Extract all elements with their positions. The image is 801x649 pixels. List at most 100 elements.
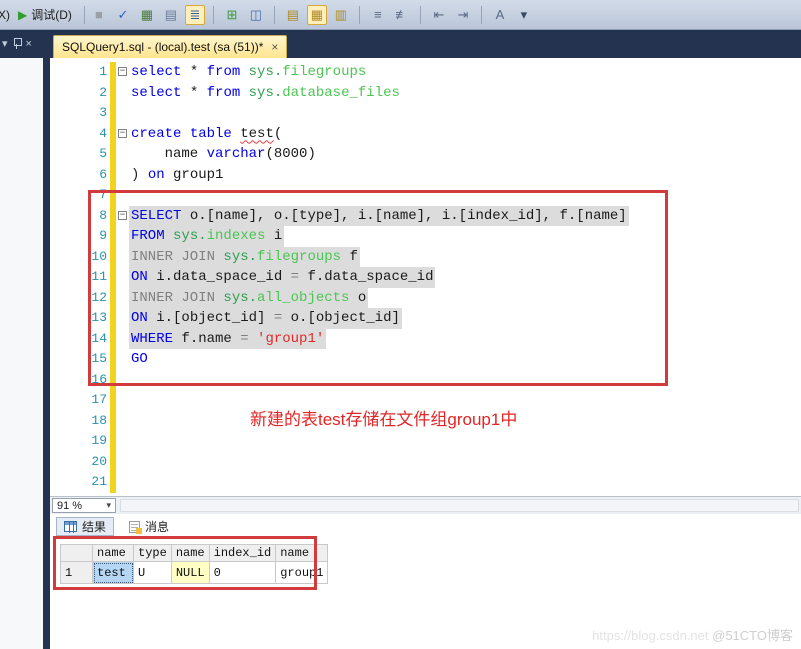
toolbar-icons: ■✓▦▤≣⊞◫▤▦▥≡≢⇤⇥A▾	[89, 5, 534, 25]
line-number: 4	[50, 124, 110, 145]
horizontal-scrollbar[interactable]	[120, 499, 799, 512]
fold-margin	[116, 103, 129, 124]
fold-margin	[116, 83, 129, 104]
toolbar-separator	[359, 6, 360, 24]
document-tab[interactable]: SQLQuery1.sql - (local).test (sa (51))* …	[53, 35, 287, 58]
line-number: 19	[50, 431, 110, 452]
client-statistics-icon[interactable]: ◫	[246, 5, 266, 25]
zoom-dropdown-arrow: ▾	[106, 500, 111, 511]
results-to-text-icon[interactable]: ▤	[283, 5, 303, 25]
messages-tab-label: 消息	[145, 518, 169, 535]
toolbar-separator	[274, 6, 275, 24]
annotation-box-query	[88, 190, 668, 386]
outdent-icon[interactable]: ⇤	[429, 5, 449, 25]
code-line: 19	[50, 431, 801, 452]
code-text	[129, 390, 133, 411]
intellisense-icon[interactable]: ≣	[185, 5, 205, 25]
code-line: 3	[50, 103, 801, 124]
toolbar-separator	[481, 6, 482, 24]
code-text	[129, 411, 133, 432]
results-tab-label: 结果	[82, 518, 106, 535]
zoom-level-dropdown[interactable]: 91 % ▾	[52, 498, 116, 513]
document-tab-title: SQLQuery1.sql - (local).test (sa (51))*	[62, 40, 263, 54]
fold-margin	[116, 165, 129, 186]
comment-icon[interactable]: ≡	[368, 5, 388, 25]
results-to-grid-icon[interactable]: ▦	[307, 5, 327, 25]
toolbar-overflow-icon[interactable]: ▾	[514, 5, 534, 25]
watermark-url: https://blog.csdn.net	[592, 628, 708, 643]
tab-results[interactable]: 结果	[56, 517, 114, 536]
results-pane: 结果 消息 nametypenameindex_idname1testUNULL…	[50, 514, 801, 649]
line-number: 17	[50, 390, 110, 411]
code-editor[interactable]: 1−select * from sys.filegroups2select * …	[50, 58, 801, 496]
code-text	[129, 431, 133, 452]
estimated-plan-icon[interactable]: ▦	[137, 5, 157, 25]
messages-icon	[129, 521, 140, 533]
watermark: https://blog.csdn.net @51CTO博客	[592, 625, 793, 644]
fold-margin	[116, 144, 129, 165]
panel-splitter[interactable]	[43, 58, 50, 649]
toolbar-separator	[84, 6, 85, 24]
fold-margin	[116, 390, 129, 411]
fold-margin	[116, 472, 129, 493]
code-line: 4−create table test(	[50, 124, 801, 145]
toolbar-separator	[213, 6, 214, 24]
sql-editor-toolbar: (X) ▶ 调试(D) ■✓▦▤≣⊞◫▤▦▥≡≢⇤⇥A▾	[0, 0, 801, 30]
line-number: 20	[50, 452, 110, 473]
tab-messages[interactable]: 消息	[122, 517, 176, 536]
fold-margin: −	[116, 124, 129, 145]
fold-margin	[116, 411, 129, 432]
line-number: 1	[50, 62, 110, 83]
code-text	[129, 452, 133, 473]
pin-icon[interactable]	[13, 38, 21, 49]
code-text: select * from sys.database_files	[129, 83, 402, 104]
code-text	[129, 472, 133, 493]
results-to-file-icon[interactable]: ▥	[331, 5, 351, 25]
collapsed-side-panel[interactable]	[0, 58, 43, 649]
line-number: 2	[50, 83, 110, 104]
code-line: 1−select * from sys.filegroups	[50, 62, 801, 83]
close-icon[interactable]: ×	[26, 38, 32, 50]
results-grid-icon	[64, 521, 77, 532]
fold-margin: −	[116, 62, 129, 83]
code-text: name varchar(8000)	[129, 144, 318, 165]
execute-menu-partial[interactable]: (X)	[0, 8, 10, 22]
line-number: 3	[50, 103, 110, 124]
indent-icon[interactable]: ⇥	[453, 5, 473, 25]
code-line: 20	[50, 452, 801, 473]
line-number: 6	[50, 165, 110, 186]
uncomment-icon[interactable]: ≢	[392, 5, 412, 25]
line-number: 5	[50, 144, 110, 165]
code-text: create table test(	[129, 124, 284, 145]
fold-margin	[116, 431, 129, 452]
actual-plan-icon[interactable]: ⊞	[222, 5, 242, 25]
stop-icon[interactable]: ■	[89, 5, 109, 25]
results-tab-strip: 结果 消息	[56, 517, 176, 536]
annotation-text: 新建的表test存储在文件组group1中	[250, 405, 517, 430]
parse-check-icon[interactable]: ✓	[113, 5, 133, 25]
code-line: 2 select * from sys.database_files	[50, 83, 801, 104]
code-text	[129, 103, 133, 124]
watermark-handle: @51CTO博客	[712, 628, 793, 643]
chevron-down-icon[interactable]: ▾	[2, 37, 8, 50]
code-text: select * from sys.filegroups	[129, 62, 368, 83]
collapse-icon[interactable]: −	[118, 67, 127, 76]
toolbar-separator	[420, 6, 421, 24]
line-number: 18	[50, 411, 110, 432]
code-line: 6) on group1	[50, 165, 801, 186]
debug-play-icon[interactable]: ▶	[18, 8, 27, 22]
tool-window-header: ▾ ×	[2, 37, 32, 50]
annotation-box-results	[53, 536, 317, 590]
fold-margin	[116, 452, 129, 473]
ssms-window: (X) ▶ 调试(D) ■✓▦▤≣⊞◫▤▦▥≡≢⇤⇥A▾ ▾ × SQLQuer…	[0, 0, 801, 649]
debug-menu-item[interactable]: 调试(D)	[31, 6, 72, 23]
zoom-level-value: 91 %	[57, 500, 82, 512]
tab-close-icon[interactable]: ×	[271, 40, 278, 54]
case-toggle-icon[interactable]: A	[490, 5, 510, 25]
editor-status-row: 91 % ▾	[50, 496, 801, 514]
collapse-icon[interactable]: −	[118, 129, 127, 138]
code-line: 5 name varchar(8000)	[50, 144, 801, 165]
query-options-icon[interactable]: ▤	[161, 5, 181, 25]
line-number: 21	[50, 472, 110, 493]
code-line: 21	[50, 472, 801, 493]
